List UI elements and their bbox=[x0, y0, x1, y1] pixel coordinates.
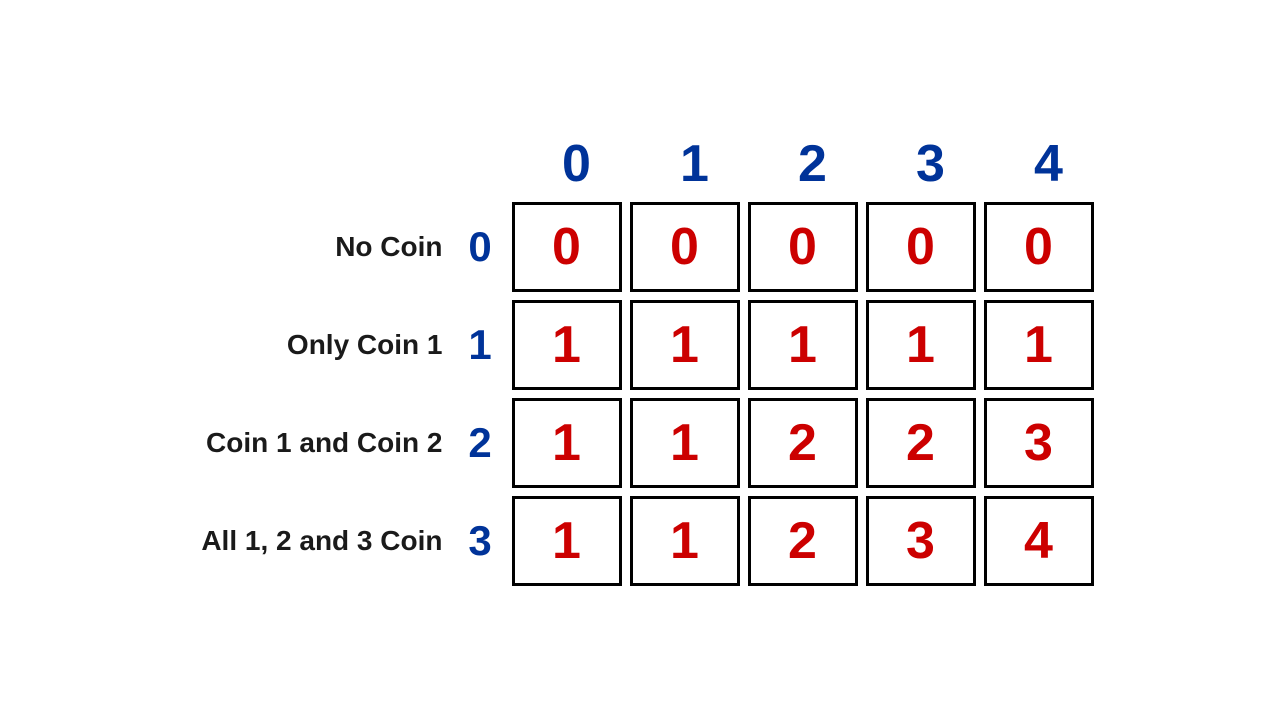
col-header-1: 1 bbox=[640, 134, 750, 194]
cell-0-2: 0 bbox=[748, 202, 858, 292]
row-label-2: Coin 1 and Coin 2 bbox=[173, 427, 453, 459]
cell-3-2: 2 bbox=[748, 496, 858, 586]
cell-3-1: 1 bbox=[630, 496, 740, 586]
col-header-0: 0 bbox=[522, 134, 632, 194]
cell-0-3: 0 bbox=[866, 202, 976, 292]
table-row-1: Only Coin 1 1 1 1 1 1 1 bbox=[173, 296, 1098, 394]
row-index-3: 3 bbox=[453, 517, 508, 565]
cell-1-4: 1 bbox=[984, 300, 1094, 390]
row-label-3: All 1, 2 and 3 Coin bbox=[173, 525, 453, 557]
cell-3-0: 1 bbox=[512, 496, 622, 586]
table-row-3: All 1, 2 and 3 Coin 3 1 1 2 3 4 bbox=[173, 492, 1098, 590]
cell-0-1: 0 bbox=[630, 202, 740, 292]
dp-table: 0 1 2 3 4 No Coin 0 0 0 0 0 0 Only Coin … bbox=[173, 130, 1108, 590]
cell-2-2: 2 bbox=[748, 398, 858, 488]
row-index-0: 0 bbox=[453, 223, 508, 271]
header-row: 0 1 2 3 4 bbox=[173, 130, 1108, 198]
cell-1-3: 1 bbox=[866, 300, 976, 390]
cell-2-0: 1 bbox=[512, 398, 622, 488]
col-header-3: 3 bbox=[876, 134, 986, 194]
cell-3-3: 3 bbox=[866, 496, 976, 586]
table-row-0: No Coin 0 0 0 0 0 0 bbox=[173, 198, 1098, 296]
cell-0-4: 0 bbox=[984, 202, 1094, 292]
col-header-4: 4 bbox=[994, 134, 1104, 194]
row-label-0: No Coin bbox=[173, 231, 453, 263]
cell-1-1: 1 bbox=[630, 300, 740, 390]
table-row-2: Coin 1 and Coin 2 2 1 1 2 2 3 bbox=[173, 394, 1098, 492]
cell-2-4: 3 bbox=[984, 398, 1094, 488]
cell-2-3: 2 bbox=[866, 398, 976, 488]
cell-2-1: 1 bbox=[630, 398, 740, 488]
cell-1-0: 1 bbox=[512, 300, 622, 390]
row-index-2: 2 bbox=[453, 419, 508, 467]
cell-3-4: 4 bbox=[984, 496, 1094, 586]
row-index-1: 1 bbox=[453, 321, 508, 369]
row-label-1: Only Coin 1 bbox=[173, 329, 453, 361]
cell-1-2: 1 bbox=[748, 300, 858, 390]
col-header-2: 2 bbox=[758, 134, 868, 194]
cell-0-0: 0 bbox=[512, 202, 622, 292]
